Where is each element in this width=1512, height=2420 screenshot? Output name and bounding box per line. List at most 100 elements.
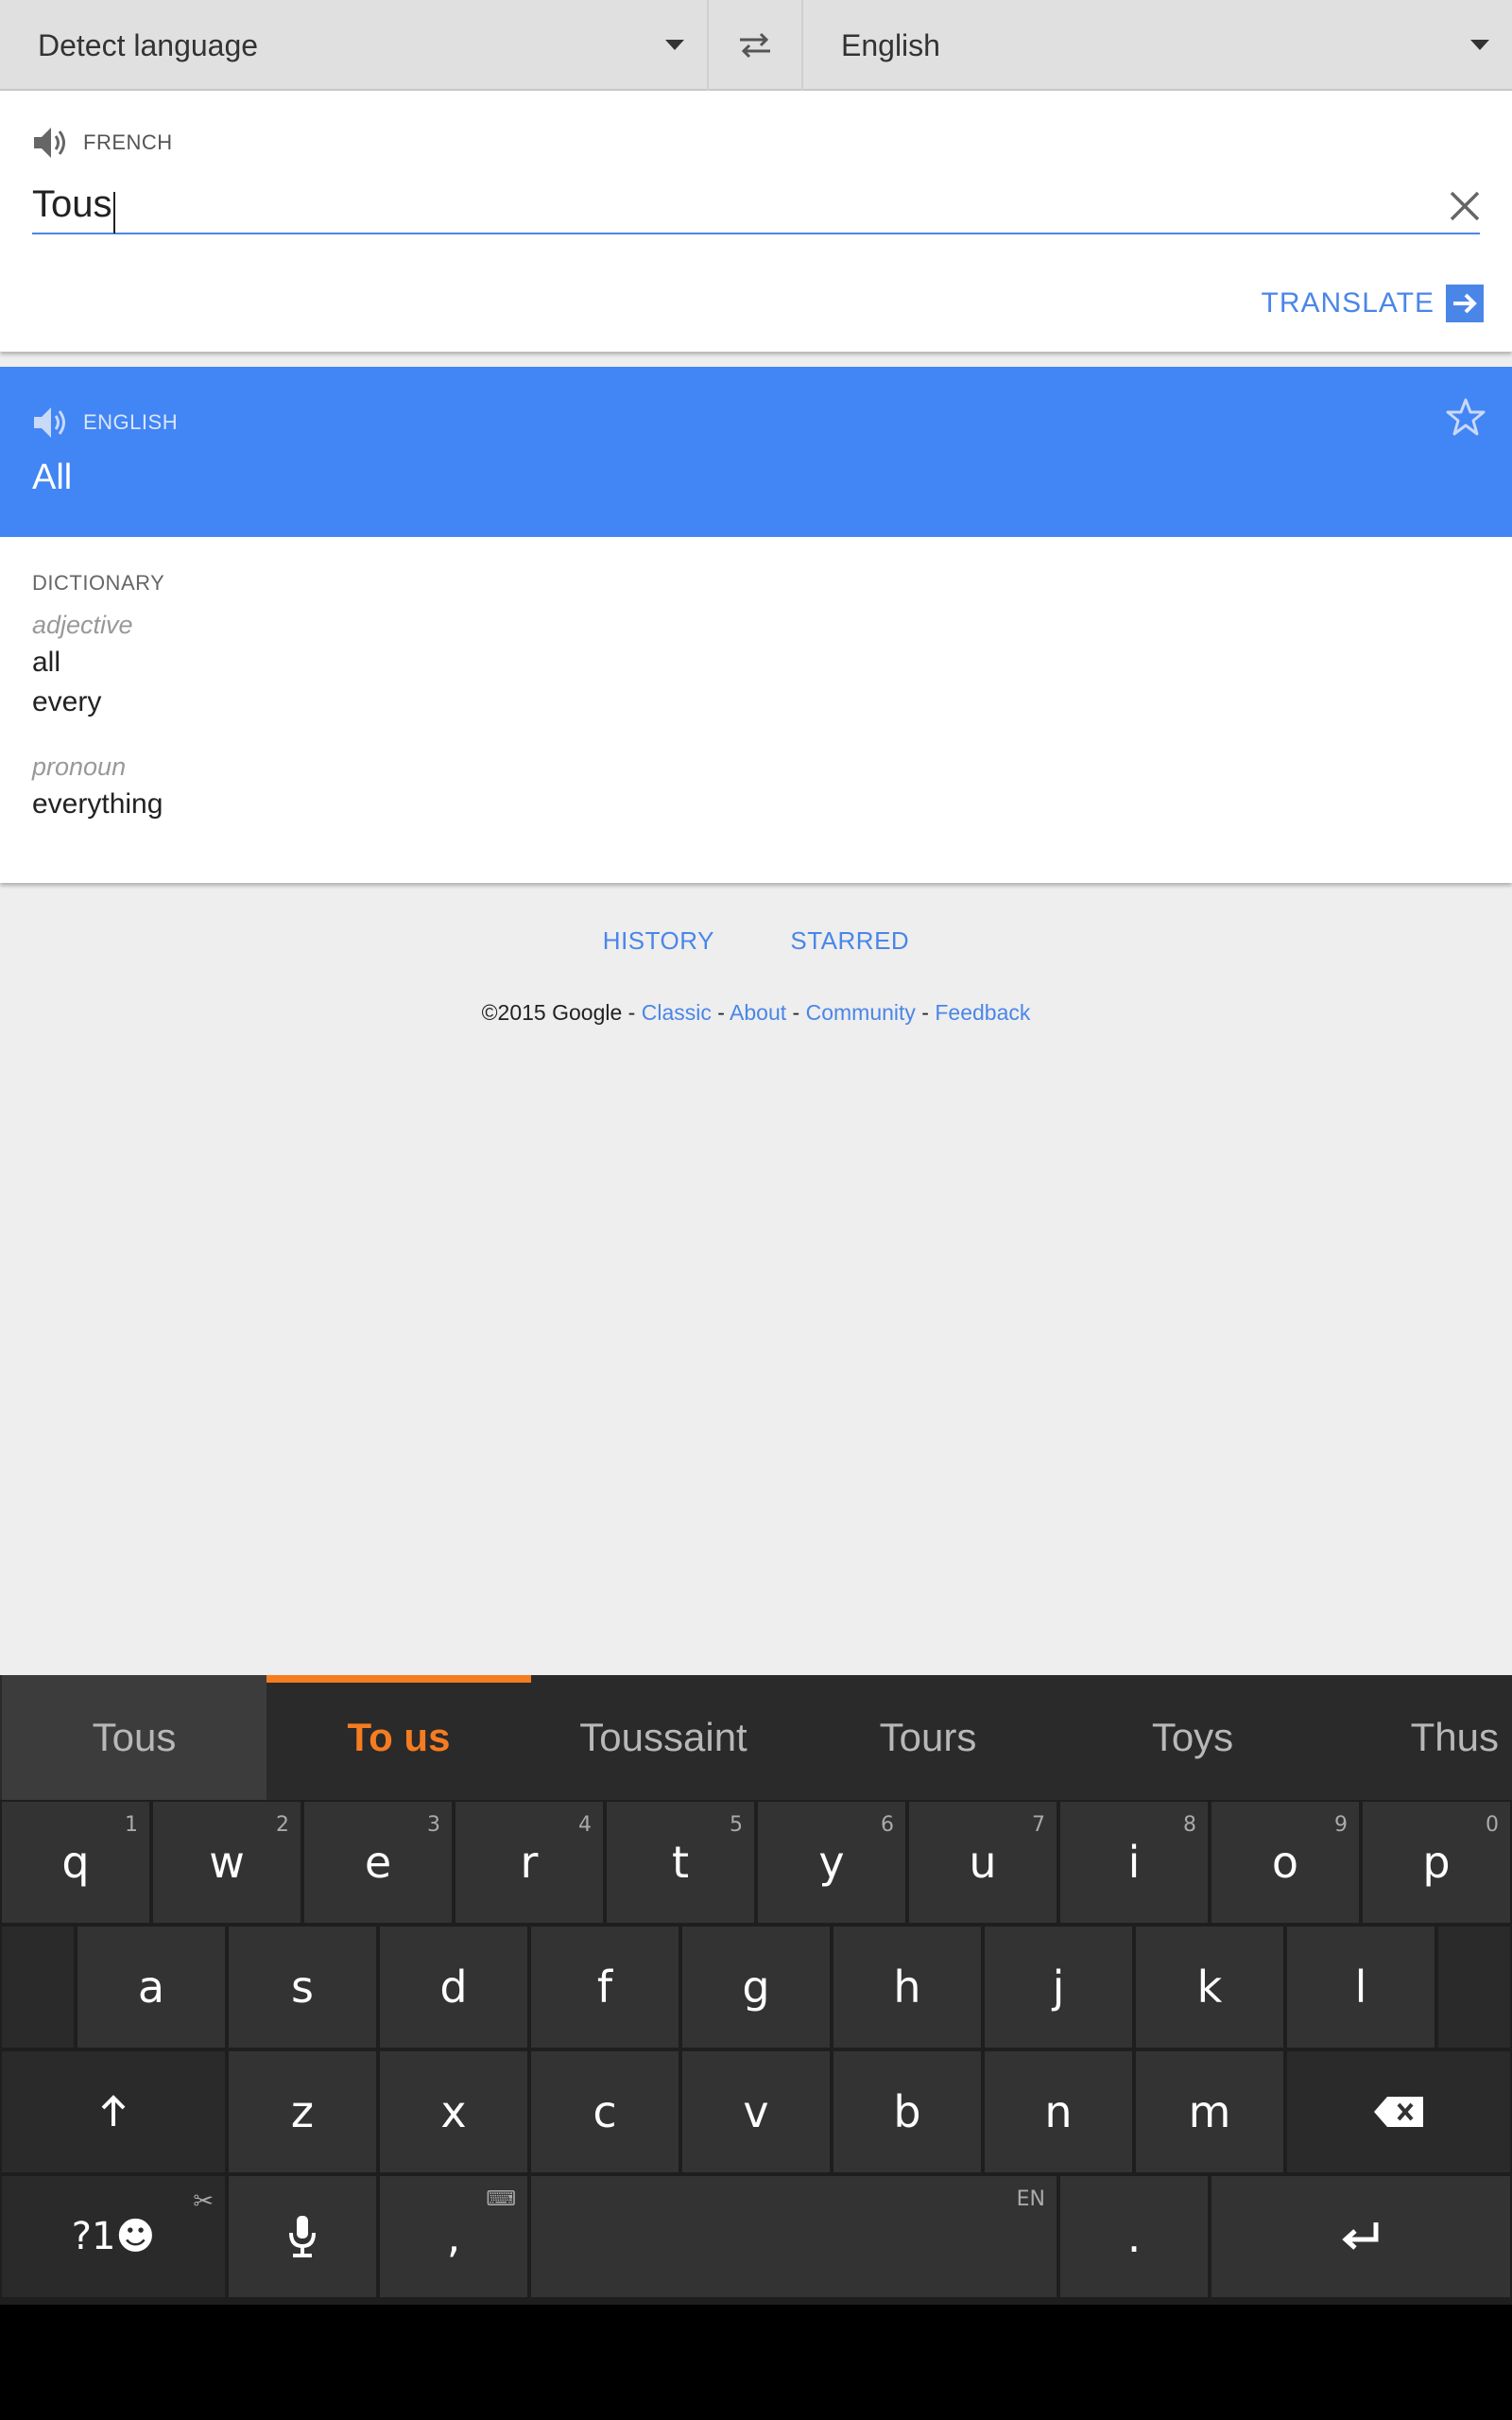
dropdown-caret-icon <box>665 40 684 50</box>
footer: ©2015 Google - Classic - About - Communi… <box>0 1000 1512 1026</box>
key-label: o <box>1271 1837 1299 1888</box>
separator: - <box>711 1000 730 1025</box>
text-cursor <box>112 191 115 233</box>
keyboard-row-1: q1w2e3r4t5y6u7i8o9p0 <box>0 1802 1512 1925</box>
swap-arrows-icon <box>740 32 770 59</box>
key-hint: 7 <box>1032 1813 1045 1837</box>
suggestion[interactable]: Toys <box>1060 1675 1325 1800</box>
translate-label: TRANSLATE <box>1261 287 1435 319</box>
detected-language-label: FRENCH <box>83 130 173 154</box>
key-hint: 9 <box>1334 1813 1348 1837</box>
key-n[interactable]: n <box>985 2051 1132 2172</box>
suggestion[interactable]: Tours <box>796 1675 1060 1800</box>
row-padding <box>1438 1927 1510 2048</box>
keyboard-settings-icon: ⌨ <box>486 2187 516 2211</box>
backspace-key[interactable] <box>1287 2051 1510 2172</box>
key-label: p <box>1422 1837 1451 1888</box>
space-key[interactable]: EN <box>531 2176 1057 2297</box>
target-language-select[interactable]: English <box>803 0 1512 91</box>
dictionary-word[interactable]: everything <box>32 788 163 821</box>
suggestion-active[interactable]: To us <box>266 1675 531 1800</box>
suggestion[interactable]: Thus <box>1325 1675 1510 1800</box>
key-v[interactable]: v <box>682 2051 830 2172</box>
separator: - <box>915 1000 936 1025</box>
scissors-icon: ✂ <box>193 2187 214 2216</box>
source-text-input[interactable]: Tous <box>32 178 1480 234</box>
dictionary-word[interactable]: every <box>32 686 101 718</box>
key-g[interactable]: g <box>682 1927 830 2048</box>
key-f[interactable]: f <box>531 1927 679 2048</box>
key-y[interactable]: y6 <box>758 1802 905 1923</box>
period-key-label: . <box>1126 2211 1142 2262</box>
symbols-key[interactable]: ?1☻ ✂ <box>2 2176 225 2297</box>
speaker-icon[interactable] <box>32 125 70 161</box>
key-b[interactable]: b <box>833 2051 981 2172</box>
key-label: r <box>520 1837 539 1888</box>
key-hint: 5 <box>730 1813 743 1837</box>
dictionary-word[interactable]: all <box>32 647 60 679</box>
keyboard-row-2: asdfghjkl <box>0 1927 1512 2049</box>
symbols-key-label: ?1☻ <box>71 2215 156 2258</box>
key-l[interactable]: l <box>1287 1927 1435 2048</box>
backspace-icon <box>1374 2097 1423 2127</box>
shift-key[interactable] <box>2 2051 225 2172</box>
key-h[interactable]: h <box>833 1927 981 2048</box>
feedback-link[interactable]: Feedback <box>935 1000 1030 1025</box>
space-language-hint: EN <box>1016 2187 1045 2211</box>
swap-languages-button[interactable] <box>709 0 803 91</box>
enter-icon <box>1342 2222 1379 2250</box>
key-w[interactable]: w2 <box>153 1802 301 1923</box>
key-e[interactable]: e3 <box>304 1802 452 1923</box>
clear-icon[interactable] <box>1448 189 1482 223</box>
key-u[interactable]: u7 <box>909 1802 1057 1923</box>
separator: - <box>786 1000 806 1025</box>
key-r[interactable]: r4 <box>455 1802 603 1923</box>
suggestion[interactable]: Toussaint <box>531 1675 796 1800</box>
microphone-key[interactable] <box>229 2176 376 2297</box>
source-label-row: FRENCH <box>32 125 173 161</box>
arrow-right-icon <box>1446 285 1484 322</box>
comma-key[interactable]: , ⌨ <box>380 2176 527 2297</box>
translate-button[interactable]: TRANSLATE <box>1262 285 1484 322</box>
key-label: q <box>61 1837 90 1888</box>
key-label: i <box>1127 1837 1141 1888</box>
key-hint: 8 <box>1183 1813 1196 1837</box>
key-m[interactable]: m <box>1136 2051 1283 2172</box>
key-c[interactable]: c <box>531 2051 679 2172</box>
dictionary-card: DICTIONARY adjective all every pronoun e… <box>0 537 1512 883</box>
period-key[interactable]: . <box>1060 2176 1208 2297</box>
starred-link[interactable]: STARRED <box>790 926 909 956</box>
key-hint: 0 <box>1486 1813 1499 1837</box>
source-language-label: Detect language <box>38 27 259 62</box>
key-label: t <box>671 1837 690 1888</box>
key-a[interactable]: a <box>77 1927 225 2048</box>
key-j[interactable]: j <box>985 1927 1132 2048</box>
separator: - <box>622 1000 642 1025</box>
translation-result-card: ENGLISH All <box>0 367 1512 537</box>
key-hint: 3 <box>427 1813 440 1837</box>
star-icon[interactable] <box>1446 397 1486 437</box>
key-t[interactable]: t5 <box>607 1802 754 1923</box>
about-link[interactable]: About <box>730 1000 786 1025</box>
shift-arrow-icon <box>101 2095 126 2126</box>
classic-link[interactable]: Classic <box>642 1000 712 1025</box>
source-language-select[interactable]: Detect language <box>0 0 709 91</box>
suggestion[interactable]: Tous <box>2 1675 266 1800</box>
key-s[interactable]: s <box>229 1927 376 2048</box>
translation-text[interactable]: All <box>32 458 72 498</box>
part-of-speech: pronoun <box>32 752 127 781</box>
speaker-icon[interactable] <box>32 405 70 441</box>
key-d[interactable]: d <box>380 1927 527 2048</box>
dictionary-title: DICTIONARY <box>32 571 165 595</box>
key-i[interactable]: i8 <box>1060 1802 1208 1923</box>
key-p[interactable]: p0 <box>1363 1802 1510 1923</box>
key-q[interactable]: q1 <box>2 1802 149 1923</box>
key-x[interactable]: x <box>380 2051 527 2172</box>
key-z[interactable]: z <box>229 2051 376 2172</box>
history-link[interactable]: HISTORY <box>603 926 714 956</box>
key-o[interactable]: o9 <box>1211 1802 1359 1923</box>
community-link[interactable]: Community <box>806 1000 916 1025</box>
key-hint: 1 <box>125 1813 138 1837</box>
enter-key[interactable] <box>1211 2176 1510 2297</box>
key-k[interactable]: k <box>1136 1927 1283 2048</box>
